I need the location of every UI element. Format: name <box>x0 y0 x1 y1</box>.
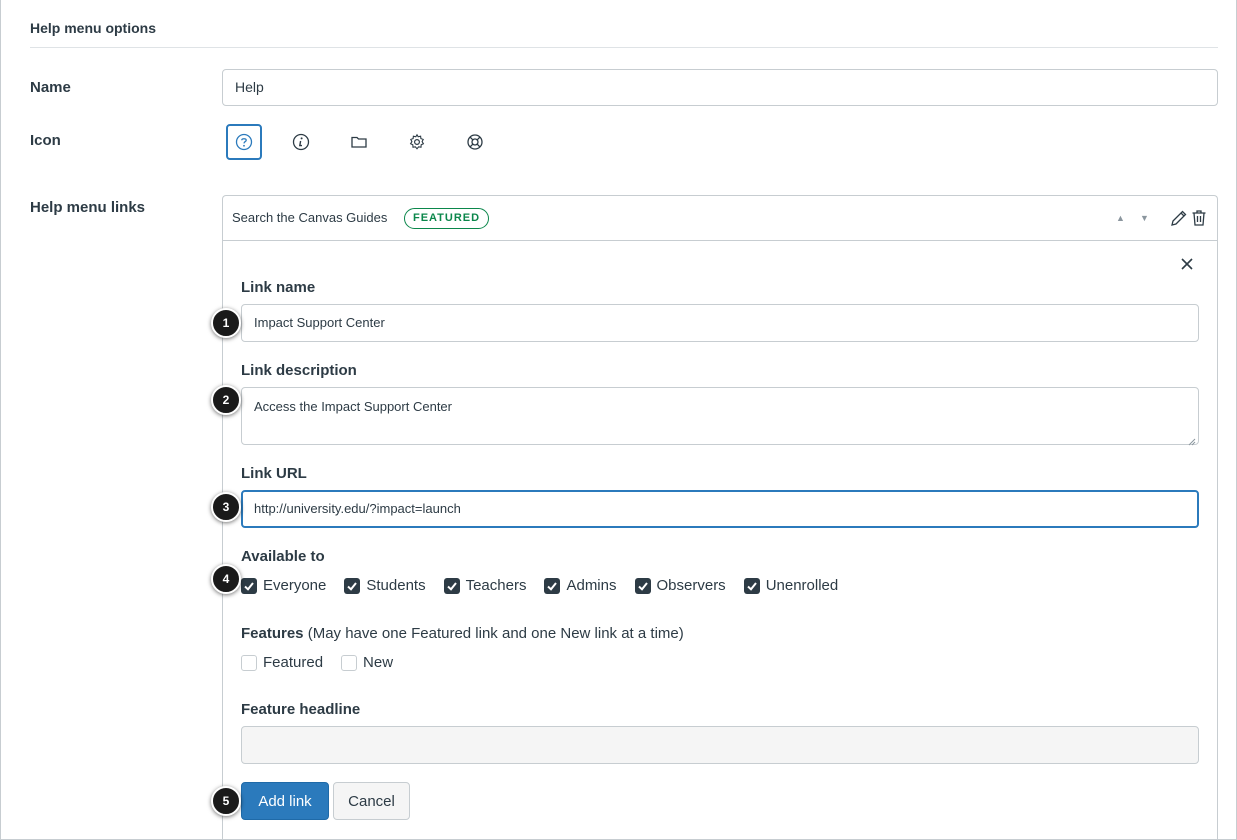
checkbox-everyone[interactable]: Everyone <box>241 577 326 594</box>
available-to-label: Available to <box>241 548 325 565</box>
feature-headline-label: Feature headline <box>241 701 361 718</box>
checkmark-icon <box>443 577 460 594</box>
folder-icon[interactable] <box>341 124 377 160</box>
features-checkboxes: Featured New <box>241 654 411 671</box>
checkbox-empty <box>341 654 358 671</box>
section-title: Help menu options <box>30 20 156 36</box>
checkbox-label: Students <box>366 577 426 594</box>
checkbox-label: Observers <box>656 577 726 594</box>
checkbox-label: Admins <box>566 577 617 594</box>
features-note: (May have one Featured link and one New … <box>307 625 684 642</box>
checkbox-observers[interactable]: Observers <box>634 577 726 594</box>
checkbox-admins[interactable]: Admins <box>544 577 617 594</box>
step-badge-4: 4 <box>211 564 241 594</box>
available-to-checkboxes: Everyone Students Teachers Admins Observ… <box>241 577 856 594</box>
checkmark-icon <box>634 577 651 594</box>
feature-headline-input[interactable] <box>241 726 1199 764</box>
link-url-label: Link URL <box>241 465 307 482</box>
gear-icon[interactable] <box>399 124 435 160</box>
link-list-item: Search the Canvas Guides FEATURED ▲ ▼ <box>223 196 1217 241</box>
checkmark-icon <box>344 577 361 594</box>
checkmark-icon <box>743 577 760 594</box>
question-circle-icon[interactable] <box>226 124 262 160</box>
featured-badge: FEATURED <box>404 208 490 229</box>
name-input[interactable]: Help <box>222 69 1218 106</box>
link-description-textarea[interactable]: Access the Impact Support Center <box>241 387 1199 446</box>
move-up-icon[interactable]: ▲ <box>1116 213 1125 223</box>
move-down-icon[interactable]: ▼ <box>1140 213 1149 223</box>
features-label: Features <box>241 625 304 642</box>
name-label: Name <box>30 79 71 96</box>
features-heading: Features (May have one Featured link and… <box>241 625 684 642</box>
checkbox-unenrolled[interactable]: Unenrolled <box>743 577 839 594</box>
checkmark-icon <box>241 577 257 594</box>
step-badge-3: 3 <box>211 492 241 522</box>
link-url-input[interactable]: http://university.edu/?impact=launch <box>241 490 1199 528</box>
checkbox-featured[interactable]: Featured <box>241 654 323 671</box>
checkbox-label: Unenrolled <box>765 577 839 594</box>
checkbox-label: Featured <box>263 654 324 671</box>
checkbox-label: Teachers <box>465 577 527 594</box>
link-description-label: Link description <box>241 362 357 379</box>
resize-handle-icon[interactable] <box>1188 434 1196 446</box>
checkbox-new[interactable]: New <box>341 654 393 671</box>
delete-trash-icon[interactable] <box>1189 208 1209 228</box>
link-item-title: Search the Canvas Guides <box>232 210 388 225</box>
checkbox-students[interactable]: Students <box>344 577 426 594</box>
checkmark-icon <box>544 577 561 594</box>
link-name-input[interactable]: Impact Support Center <box>241 304 1199 342</box>
add-link-button[interactable]: Add link <box>241 782 329 820</box>
help-menu-links-label: Help menu links <box>30 199 146 216</box>
step-badge-1: 1 <box>211 308 241 338</box>
link-description-text: Access the Impact Support Center <box>254 399 452 414</box>
cancel-button[interactable]: Cancel <box>333 782 410 820</box>
edit-pencil-icon[interactable] <box>1169 208 1189 228</box>
close-icon[interactable] <box>1179 256 1195 272</box>
checkbox-empty <box>241 654 257 671</box>
checkbox-label: New <box>363 654 394 671</box>
info-icon[interactable] <box>283 124 319 160</box>
checkbox-label: Everyone <box>263 577 327 594</box>
section-divider <box>30 47 1218 48</box>
lifesaver-icon[interactable] <box>457 124 493 160</box>
help-menu-links-panel: Search the Canvas Guides FEATURED ▲ ▼ Li… <box>222 195 1218 840</box>
link-name-label: Link name <box>241 279 316 296</box>
icon-label: Icon <box>30 132 61 149</box>
step-badge-2: 2 <box>211 385 241 415</box>
step-badge-5: 5 <box>211 786 241 816</box>
checkbox-teachers[interactable]: Teachers <box>443 577 527 594</box>
